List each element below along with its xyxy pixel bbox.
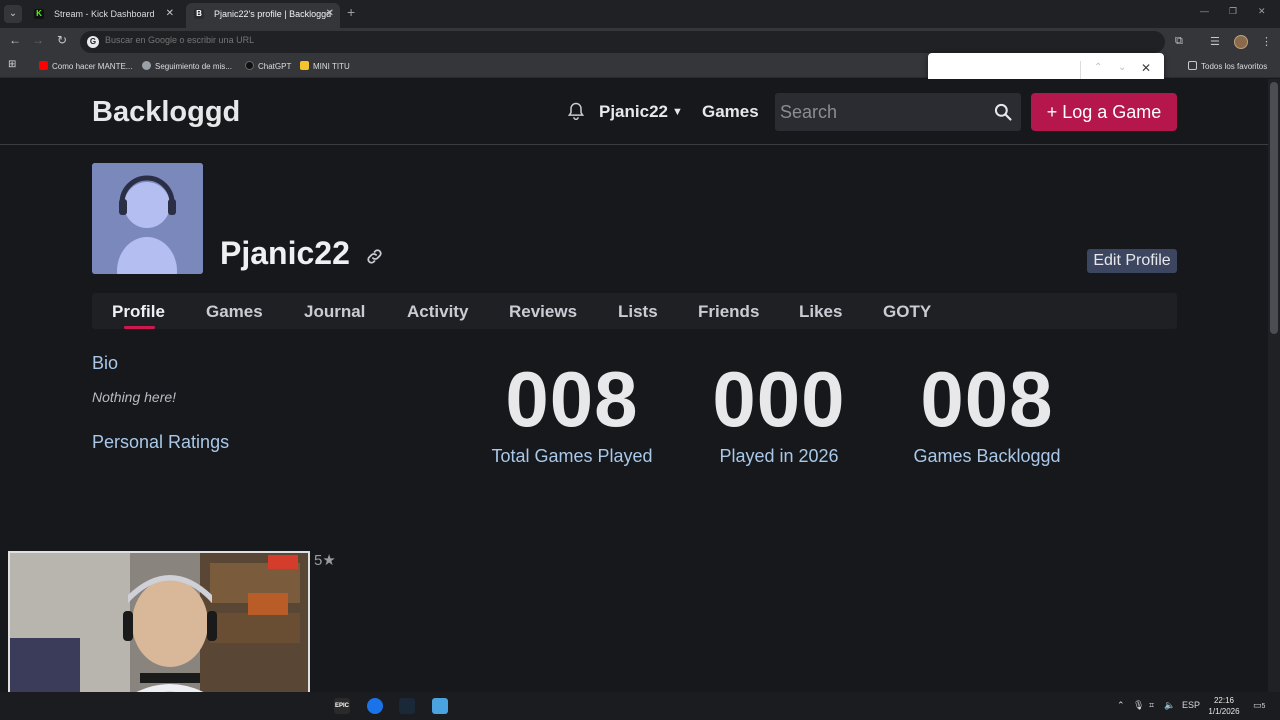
clock-date: 1/1/2026 [1208, 707, 1240, 716]
tab-games[interactable]: Games [206, 302, 263, 322]
browser-profile-avatar[interactable] [1234, 35, 1248, 49]
user-menu-dropdown[interactable]: Pjanic22 ▼ [599, 102, 683, 122]
extensions-puzzle-icon[interactable]: ⧉ [1175, 35, 1183, 48]
notifications-badge[interactable]: ▭5 [1253, 700, 1265, 711]
tab-journal[interactable]: Journal [304, 302, 365, 322]
bookmark-item[interactable]: Como hacer MANTE... [39, 61, 132, 71]
profile-avatar[interactable] [92, 163, 203, 274]
find-input[interactable] [938, 63, 1078, 74]
site-search [775, 93, 1021, 131]
find-previous-chevron-up-icon[interactable]: ⌃ [1094, 62, 1102, 73]
search-icon[interactable] [993, 102, 1013, 122]
backloggd-favicon-icon: B [194, 9, 204, 19]
apps-grid-icon[interactable]: ⊞ [8, 59, 16, 70]
chevron-down-icon: ▼ [672, 106, 683, 118]
new-tab-plus-icon[interactable]: + [347, 4, 355, 20]
reload-icon[interactable]: ↻ [53, 33, 71, 47]
clock-time: 22:16 [1213, 696, 1235, 705]
stat-games-backloggd[interactable]: 008 Games Backloggd [887, 355, 1087, 467]
find-close-icon[interactable]: ✕ [1141, 61, 1151, 75]
forward-arrow-icon[interactable]: → [29, 33, 47, 47]
network-icon[interactable]: ⌗ [1149, 700, 1154, 711]
ratings-max-label: 5★ [314, 552, 336, 569]
nav-games-link[interactable]: Games [702, 102, 759, 122]
tab-friends[interactable]: Friends [698, 302, 759, 322]
screen: ⌄ K Stream - Kick Dashboard ✕ B Pjanic22… [0, 0, 1280, 720]
edit-profile-button[interactable]: Edit Profile [1087, 249, 1177, 273]
epic-games-launcher-icon[interactable]: EPIC [334, 698, 350, 714]
stat-value: 008 [505, 355, 639, 443]
find-next-chevron-down-icon[interactable]: ⌄ [1118, 62, 1126, 73]
close-tab-icon[interactable]: ✕ [326, 3, 334, 25]
stat-played-this-year[interactable]: 000 Played in 2026 [679, 355, 879, 467]
notifications-bell-icon[interactable] [566, 101, 586, 121]
profile-username: Pjanic22 [220, 235, 350, 271]
bio-text: Nothing here! [92, 389, 177, 405]
browser-menu-kebab-icon[interactable]: ⋮ [1261, 35, 1272, 48]
bio-heading: Bio [92, 353, 119, 373]
all-bookmarks-folder[interactable]: Todos los favoritos [1188, 61, 1267, 71]
search-input[interactable] [780, 102, 980, 123]
page-scrollbar-thumb[interactable] [1270, 82, 1278, 334]
tab-kick-dashboard[interactable]: K Stream - Kick Dashboard ✕ [26, 3, 180, 28]
steam-icon[interactable] [399, 698, 415, 714]
google-g-icon: G [87, 36, 99, 48]
window-close-icon[interactable]: ✕ [1258, 6, 1266, 17]
stat-value: 000 [712, 355, 846, 443]
active-tab-indicator [124, 326, 155, 329]
tab-title: Pjanic22's profile | Backloggd [214, 9, 332, 19]
tab-lists[interactable]: Lists [618, 302, 658, 322]
copy-link-icon[interactable] [365, 247, 384, 266]
minimize-icon[interactable]: — [1200, 6, 1209, 16]
youtube-icon [39, 61, 48, 70]
log-a-game-button[interactable]: + Log a Game [1031, 93, 1177, 131]
bookmark-item[interactable]: Seguimiento de mis... [142, 61, 232, 71]
chatgpt-icon [245, 61, 254, 70]
stat-total-games-played[interactable]: 008 Total Games Played [472, 355, 672, 467]
personal-ratings-heading: Personal Ratings [92, 432, 230, 452]
bookmark-item[interactable]: ChatGPT [245, 61, 291, 71]
site-logo[interactable]: Backloggd [92, 96, 240, 129]
site-header: Backloggd Pjanic22 ▼ Games + Log a Game [0, 79, 1268, 145]
find-separator [1080, 61, 1081, 81]
back-arrow-icon[interactable]: ← [6, 33, 24, 47]
tab-search-chevron-icon[interactable]: ⌄ [4, 5, 22, 23]
stat-label: Played in 2026 [719, 446, 839, 466]
volume-icon[interactable]: 🔈 [1164, 700, 1175, 711]
tray-overflow-chevron-icon[interactable]: ⌃ [1117, 700, 1125, 711]
tab-goty[interactable]: GOTY [883, 302, 931, 322]
address-bar[interactable]: G [80, 31, 1165, 53]
tab-reviews[interactable]: Reviews [509, 302, 577, 322]
microphone-icon[interactable]: 🎙 [1133, 700, 1144, 711]
profile-subnav: Profile Games Journal Activity Reviews L… [92, 293, 1177, 329]
stat-label: Total Games Played [491, 446, 653, 466]
windows-taskbar: EPIC ⌃ 🎙 ⌗ 🔈 ESP 22:16 1/1/2026 ▭5 [0, 692, 1280, 720]
tab-likes[interactable]: Likes [799, 302, 842, 322]
user-menu-label: Pjanic22 [599, 102, 668, 121]
browser-tabstrip: ⌄ K Stream - Kick Dashboard ✕ B Pjanic22… [0, 0, 1280, 28]
tab-activity[interactable]: Activity [407, 302, 468, 322]
folder-outline-icon [1188, 61, 1197, 70]
globe-icon [142, 61, 151, 70]
bookmark-item[interactable]: MINI TITU [300, 61, 350, 71]
system-clock[interactable]: 22:16 1/1/2026 [1203, 695, 1245, 717]
browser-toolbar: ← → ↻ G ⧉ ☰ ⋮ [0, 28, 1280, 56]
tab-backloggd-profile[interactable]: B Pjanic22's profile | Backloggd ✕ [186, 3, 340, 28]
language-indicator[interactable]: ESP [1182, 700, 1200, 710]
maximize-icon[interactable]: ❐ [1229, 6, 1237, 17]
media-control-icon[interactable]: ☰ [1210, 35, 1220, 48]
stat-value: 008 [920, 355, 1054, 443]
default-user-avatar-icon [92, 163, 203, 274]
kick-favicon-icon: K [34, 9, 44, 19]
folder-icon [300, 61, 309, 70]
tab-title: Stream - Kick Dashboard [54, 9, 155, 19]
address-input[interactable] [105, 35, 705, 45]
tab-profile[interactable]: Profile [112, 302, 165, 322]
notes-app-icon[interactable] [432, 698, 448, 714]
close-tab-icon[interactable]: ✕ [166, 3, 174, 25]
chrome-icon[interactable] [367, 698, 383, 714]
stat-label: Games Backloggd [913, 446, 1061, 466]
